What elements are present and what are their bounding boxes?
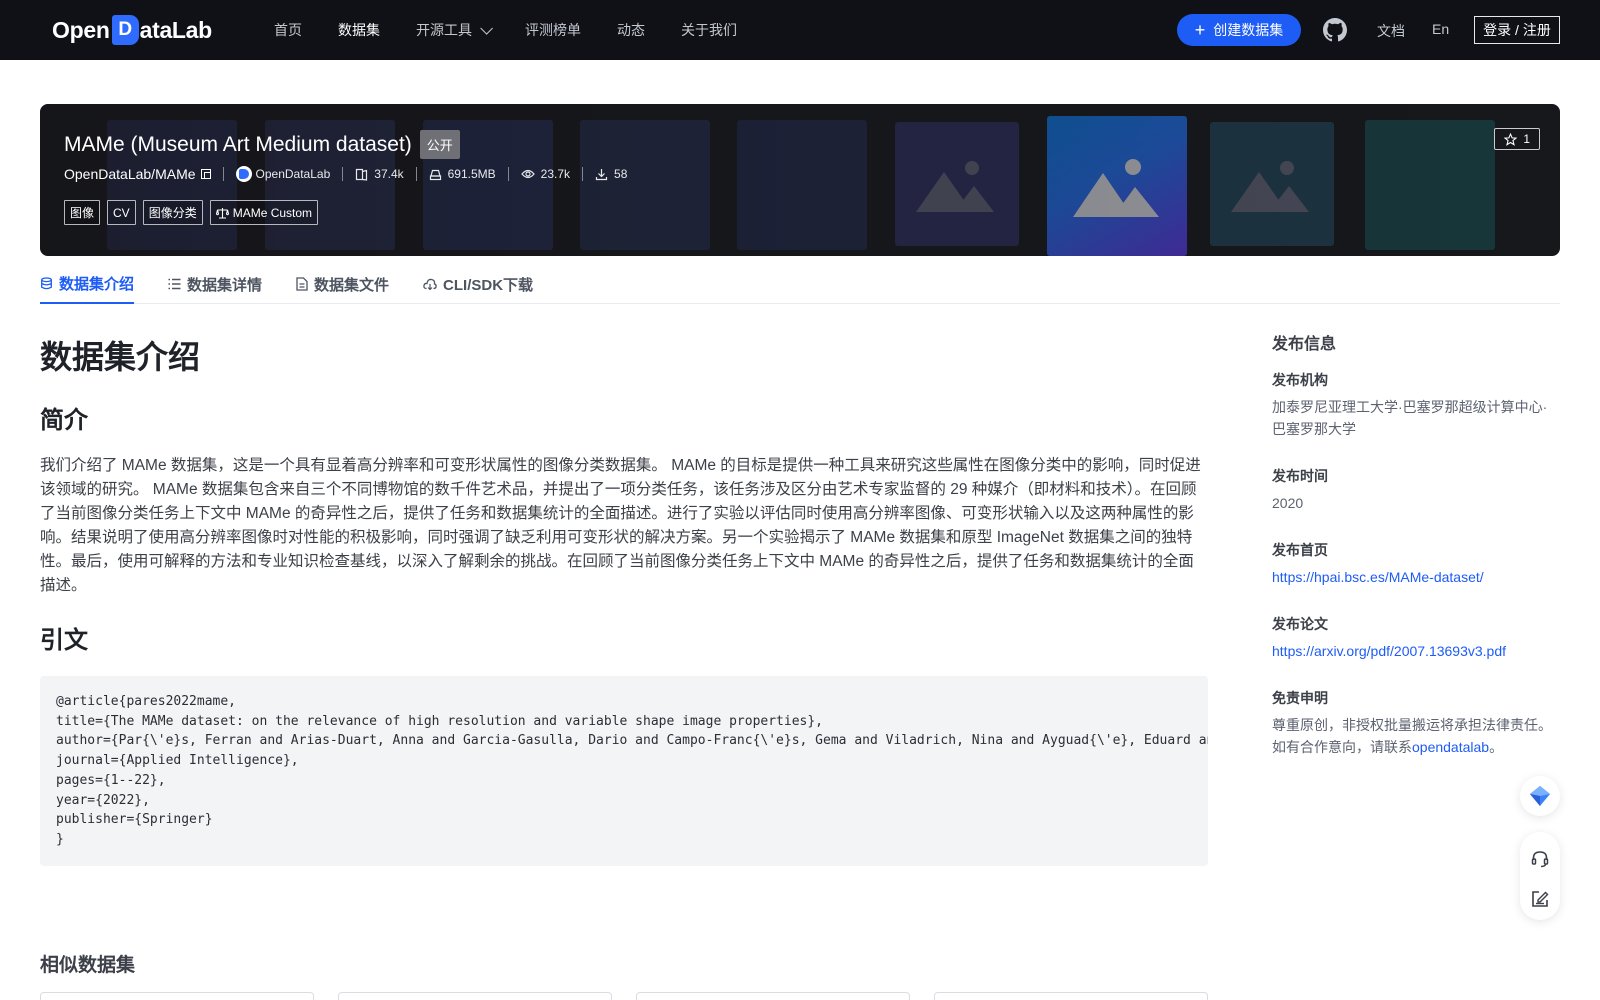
disclaimer-text: 尊重原创，非授权批量搬运将承担法律责任。 如有合作意向，请联系opendatal… [1272,717,1552,755]
dataset-tabs: 数据集介绍 数据集详情 数据集文件 CLI/SDK下载 [40,264,1560,304]
main-nav: 首页 数据集 开源工具 评测榜单 动态 关于我们 [274,0,773,60]
tab-dataset-files[interactable]: 数据集文件 [296,264,389,304]
citation-text: @article{pares2022mame, title={The MAMe … [56,694,1208,847]
intro-heading: 简介 [40,407,88,434]
create-dataset-button[interactable]: + 创建数据集 [1177,14,1301,46]
nav-news[interactable]: 动态 [617,20,645,40]
dataset-title-row: MAMe (Museum Art Medium dataset) 公开 [64,130,460,159]
top-navigation: Open D ataLab 首页 数据集 开源工具 评测榜单 动态 关于我们 +… [0,0,1600,60]
repo-path: OpenDataLab/MAMe [64,166,211,182]
dataset-meta: OpenDataLab/MAMe OpenDataLab 37.4k 691.5… [64,166,627,182]
logo-mark: D [111,15,139,45]
database-icon [41,276,52,289]
star-button[interactable]: 1 [1494,128,1540,150]
files-icon [356,168,368,181]
plus-icon: + [1194,20,1206,40]
nav-datasets[interactable]: 数据集 [338,20,380,40]
publisher-value: 加泰罗尼亚理工大学·巴塞罗那超级计算中心·巴塞罗那大学 [1272,399,1548,437]
release-time-label: 发布时间 [1272,468,1328,484]
scale-icon [215,207,229,219]
nav-home[interactable]: 首页 [274,20,302,40]
tab-dataset-details[interactable]: 数据集详情 [168,264,262,304]
intro-paragraph: 我们介绍了 MAMe 数据集，这是一个具有显着高分辨率和可变形状属性的图像分类数… [40,457,1201,594]
star-icon [1504,132,1518,146]
chevron-down-icon [480,21,493,35]
feedback-edit-icon[interactable] [1529,888,1551,910]
similar-dataset-card[interactable] [40,992,314,1000]
similar-dataset-card[interactable] [338,992,612,1000]
dataset-tags: 图像 CV 图像分类 MAMe Custom [64,200,325,225]
page-title: 数据集介绍 [40,339,201,375]
login-register-button[interactable]: 登录 / 注册 [1474,16,1560,44]
github-icon[interactable] [1323,18,1347,42]
eye-icon [520,169,535,179]
copy-icon[interactable] [200,169,211,179]
download-icon [595,168,608,180]
logo-text-prefix: Open [52,16,110,43]
org-avatar [235,166,252,182]
diamond-logo-icon [1530,786,1550,806]
homepage-link[interactable]: https://hpai.bsc.es/MAMe-dataset/ [1272,569,1484,585]
license-tag[interactable]: MAMe Custom [209,200,319,225]
assistant-button[interactable] [1520,776,1560,816]
paper-label: 发布论文 [1272,616,1328,632]
visibility-badge: 公开 [419,130,460,159]
dataset-title: MAMe (Museum Art Medium dataset) [64,132,412,156]
release-info-panel: 发布信息 发布机构 加泰罗尼亚理工大学·巴塞罗那超级计算中心·巴塞罗那大学 发布… [1272,330,1560,755]
similar-dataset-card[interactable] [934,992,1208,1000]
file-count: 37.4k [355,167,404,181]
dataset-size: 691.5MB [429,167,496,181]
nav-about[interactable]: 关于我们 [681,20,737,40]
tab-cli-sdk-download[interactable]: CLI/SDK下载 [423,264,533,304]
dataset-banner: MAMe (Museum Art Medium dataset) 公开 Open… [40,104,1560,256]
language-switch[interactable]: En [1432,21,1449,37]
citation-code-block[interactable]: @article{pares2022mame, title={The MAMe … [40,676,1208,866]
tag[interactable]: CV [107,200,136,225]
similar-dataset-card[interactable] [636,992,910,1000]
tag[interactable]: 图像 [64,200,101,225]
floating-toolbar [1520,832,1560,920]
nav-open-source-tools[interactable]: 开源工具 [416,20,493,40]
tag[interactable]: 图像分类 [142,200,203,225]
similar-datasets-heading: 相似数据集 [40,955,136,976]
opendatalab-logo[interactable]: Open D ataLab [52,14,212,46]
cloud-icon [423,278,437,290]
publisher-label: 发布机构 [1272,372,1328,388]
release-info-title: 发布信息 [1272,336,1337,353]
contact-link[interactable]: opendatalab [1412,739,1489,755]
disclaimer-label: 免责申明 [1272,690,1328,706]
org-link[interactable]: OpenDataLab [235,166,330,182]
view-count: 23.7k [520,167,570,181]
nav-leaderboard[interactable]: 评测榜单 [525,20,581,40]
download-count: 58 [595,167,627,181]
nav-docs[interactable]: 文档 [1377,21,1405,41]
list-icon [168,278,181,290]
logo-text-suffix: ataLab [139,16,213,43]
citation-heading: 引文 [40,627,88,654]
tab-dataset-intro[interactable]: 数据集介绍 [40,264,135,304]
headset-icon[interactable] [1529,848,1551,870]
disk-icon [429,169,441,180]
homepage-label: 发布首页 [1272,542,1328,558]
file-icon [296,277,308,291]
paper-link[interactable]: https://arxiv.org/pdf/2007.13693v3.pdf [1272,643,1506,659]
release-time-value: 2020 [1272,495,1304,511]
